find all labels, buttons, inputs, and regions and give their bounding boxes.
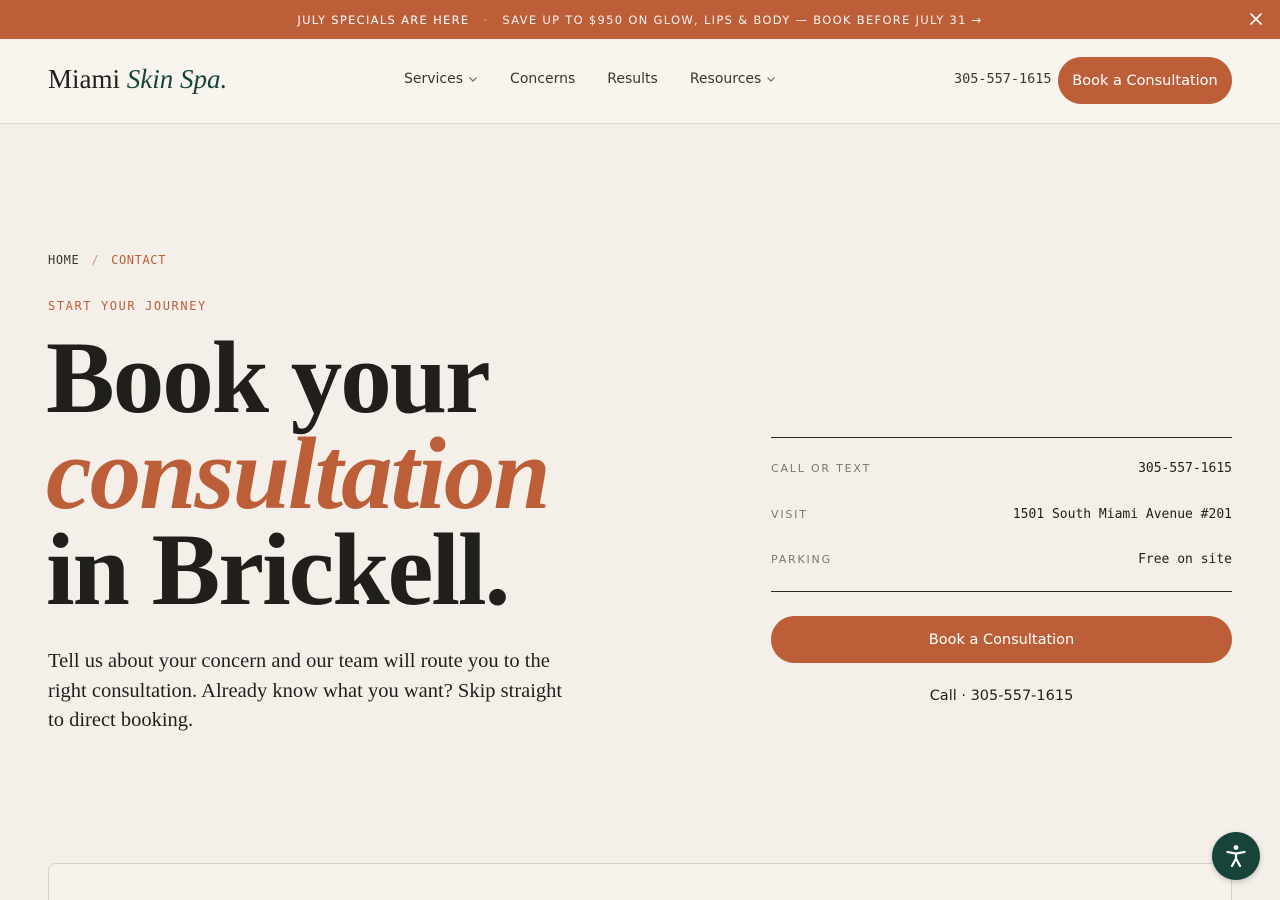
breadcrumb-current: CONTACT (111, 253, 166, 267)
promo-headline: JULY SPECIALS ARE HERE (297, 12, 470, 27)
book-consultation-button[interactable]: Book a Consultation (771, 616, 1232, 663)
nav-item-results[interactable]: Results (607, 71, 658, 87)
info-label: VISIT (771, 508, 808, 521)
info-row-call: CALL OR TEXT 305-557-1615 (771, 461, 1232, 476)
info-value-parking: Free on site (1138, 552, 1232, 567)
header-phone-link[interactable]: 305-557-1615 (954, 71, 1052, 87)
contact-info-panel: CALL OR TEXT 305-557-1615 VISIT 1501 Sou… (771, 437, 1232, 592)
info-row-parking: PARKING Free on site (771, 552, 1232, 567)
form-card (48, 863, 1232, 900)
site-header: Miami Skin Spa. Services Concerns Result… (0, 39, 1280, 124)
intro-paragraph: Tell us about your concern and our team … (48, 650, 563, 731)
nav-item-services[interactable]: Services (404, 71, 478, 87)
promo-separator: · (483, 12, 489, 27)
promo-bar[interactable]: JULY SPECIALS ARE HERE · SAVE UP TO $950… (0, 0, 1280, 39)
info-label: PARKING (771, 553, 832, 566)
logo-accent: Skin Spa. (126, 64, 228, 94)
accessibility-icon (1226, 845, 1246, 868)
nav-item-label: Services (404, 71, 464, 87)
header-book-consultation-button[interactable]: Book a Consultation (1058, 57, 1232, 104)
close-icon[interactable] (1249, 12, 1263, 26)
nav-item-resources[interactable]: Resources (690, 71, 777, 87)
nav-item-label: Results (607, 71, 658, 87)
info-value-address[interactable]: 1501 South Miami Avenue #201 (1013, 507, 1232, 522)
chevron-down-icon (469, 77, 477, 82)
chevron-down-icon (767, 77, 776, 82)
breadcrumb: HOME / CONTACT (48, 253, 166, 267)
title-line-1: Book your (46, 321, 491, 435)
nav-item-concerns[interactable]: Concerns (510, 71, 575, 87)
breadcrumb-separator: / (91, 253, 100, 267)
logo[interactable]: Miami Skin Spa. (48, 64, 227, 95)
nav-item-label: Resources (689, 71, 762, 87)
accessibility-button[interactable] (1212, 832, 1260, 880)
nav-item-label: Concerns (510, 71, 576, 87)
title-line-3: in Brickell. (46, 513, 510, 627)
eyebrow: START YOUR JOURNEY (48, 299, 207, 313)
info-value-phone[interactable]: 305-557-1615 (1138, 461, 1232, 476)
breadcrumb-home[interactable]: HOME (48, 253, 79, 267)
promo-message[interactable]: SAVE UP TO $950 ON GLOW, LIPS & BODY — B… (502, 13, 982, 27)
main-nav: Services Concerns Results Resources (404, 71, 776, 87)
info-row-visit: VISIT 1501 South Miami Avenue #201 (771, 507, 1232, 522)
call-link[interactable]: Call · 305-557-1615 (771, 688, 1232, 704)
page-title: Book your consultation in Brickell. (46, 321, 551, 627)
logo-main: Miami (48, 64, 120, 94)
title-accent: consultation (46, 417, 551, 531)
info-label: CALL OR TEXT (771, 462, 872, 475)
